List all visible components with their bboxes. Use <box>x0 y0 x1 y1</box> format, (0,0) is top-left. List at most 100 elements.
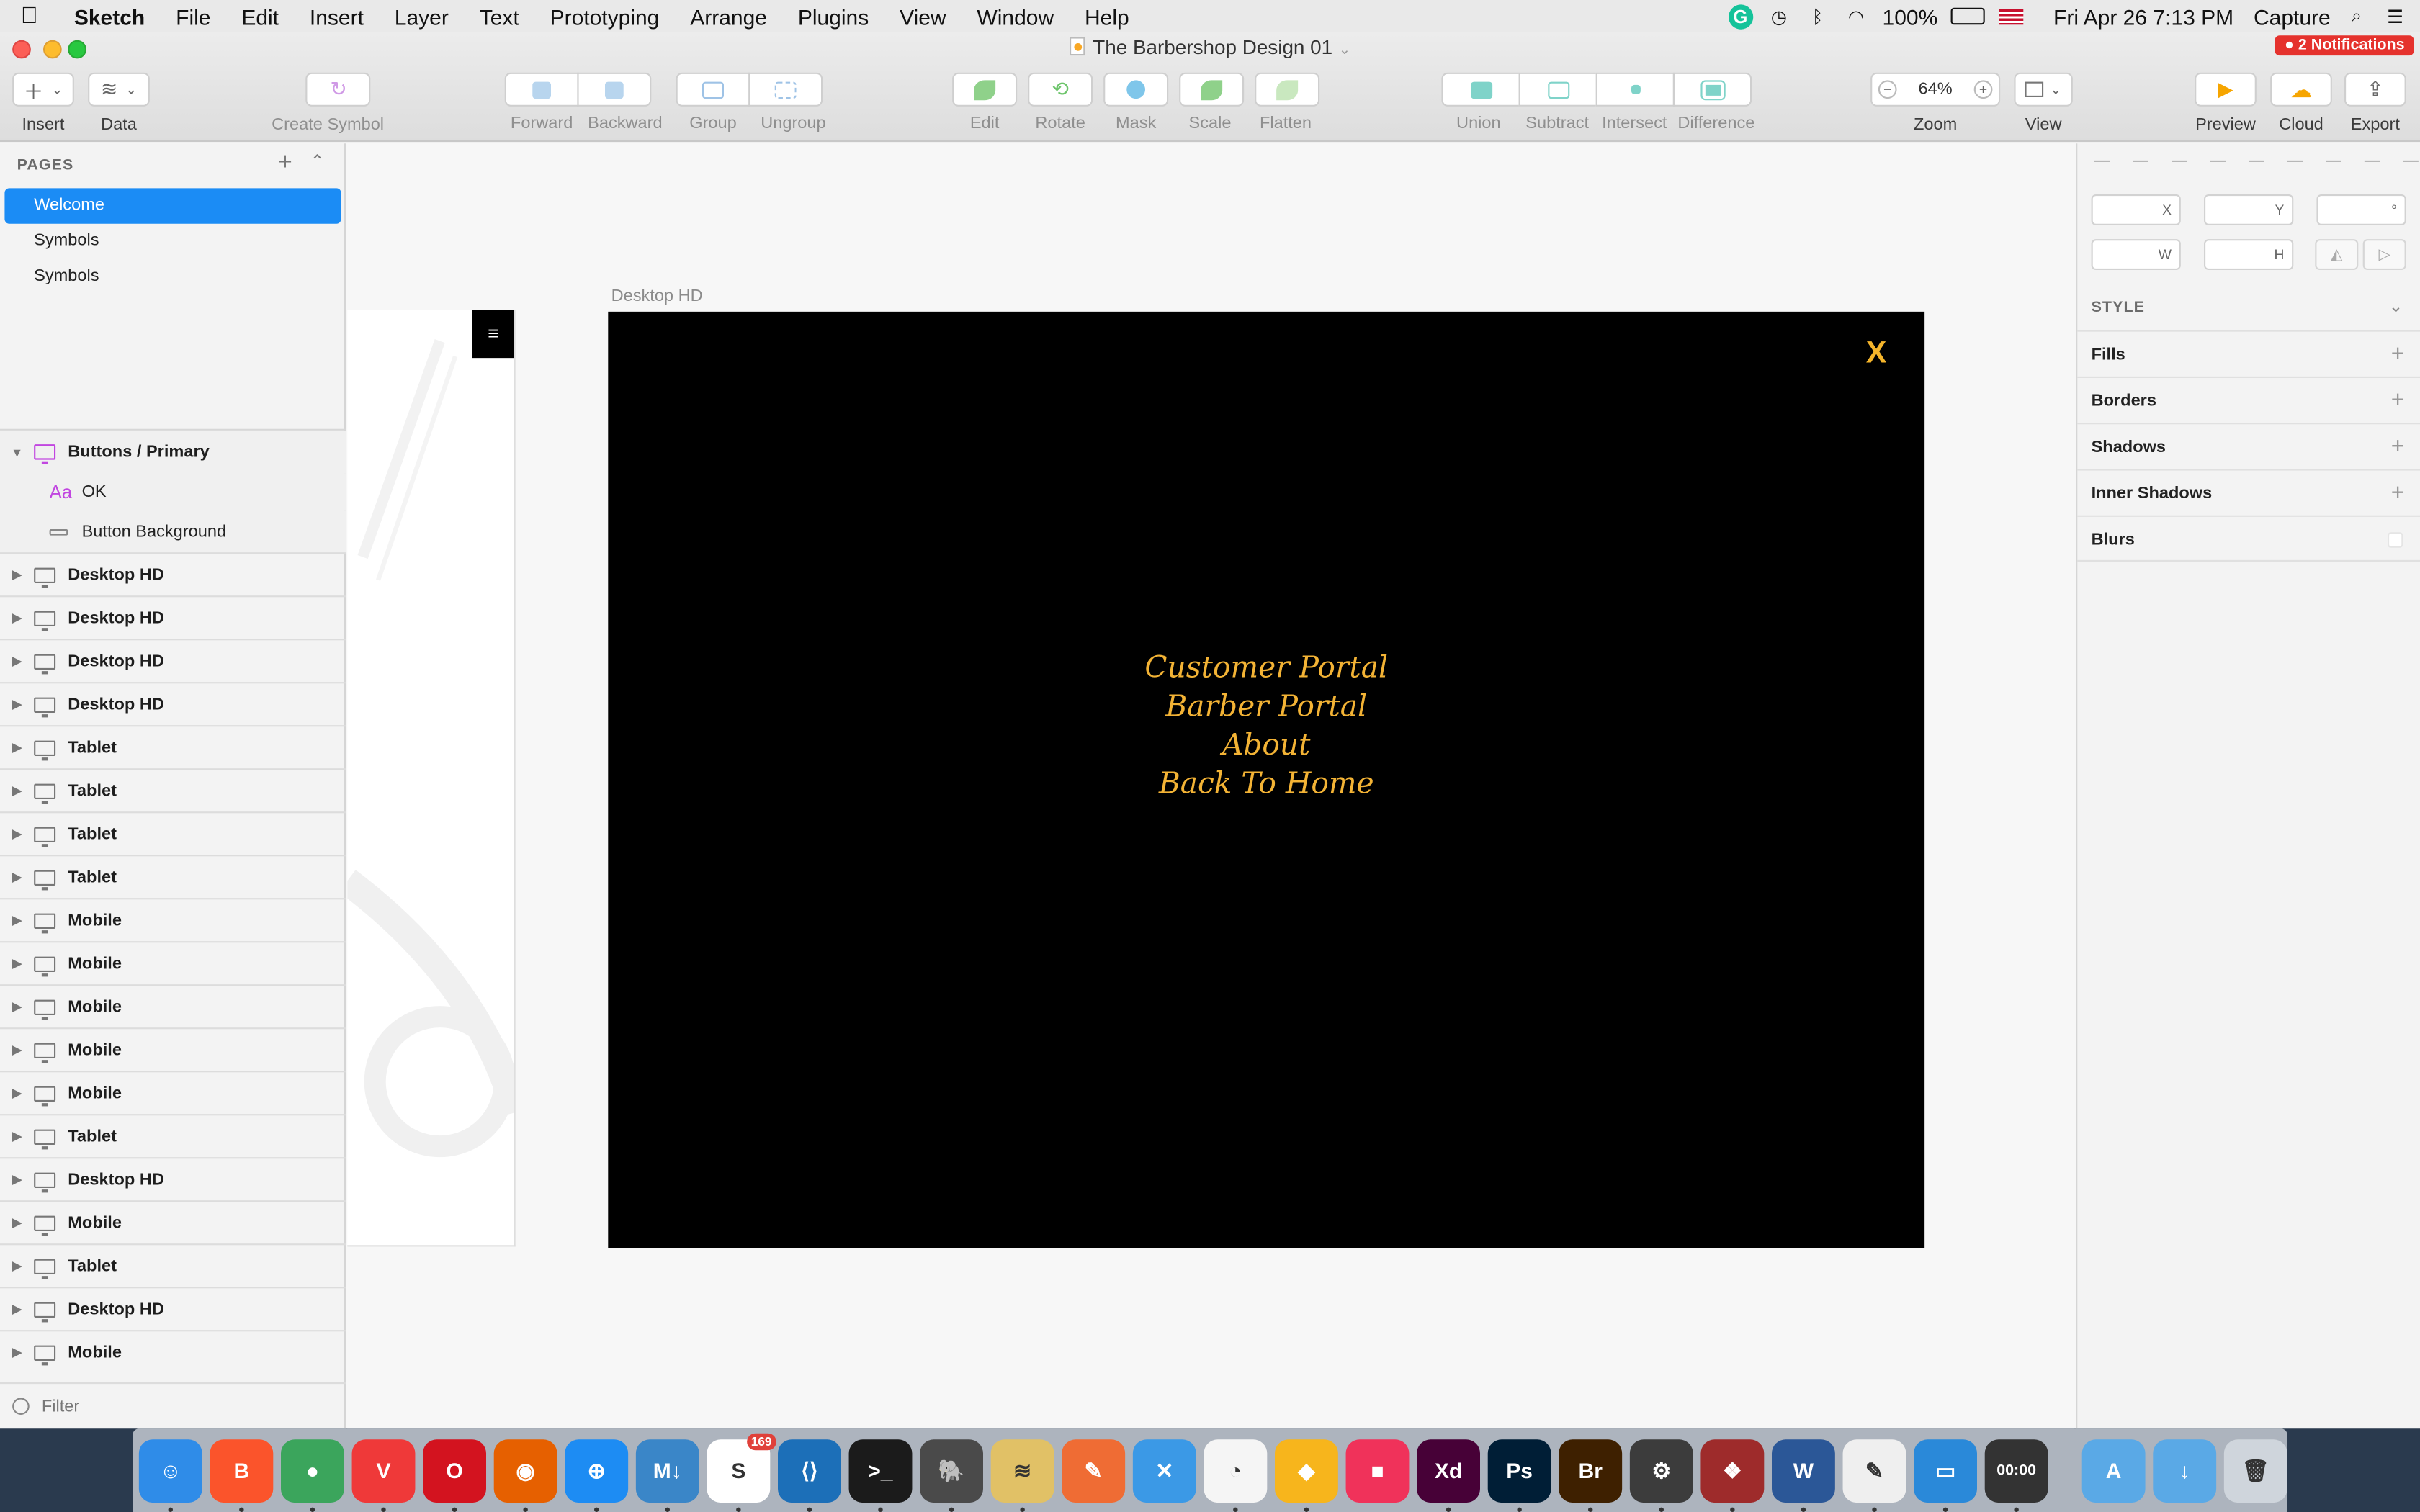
disclosure-closed-icon[interactable]: ▶ <box>0 870 34 884</box>
backward-button[interactable] <box>577 72 652 107</box>
dock-app-clock[interactable]: ◔ <box>1204 1439 1268 1511</box>
disclosure-closed-icon[interactable]: ▶ <box>0 1130 34 1143</box>
dock-app-trash[interactable]: 🗑 <box>2223 1439 2287 1503</box>
disclosure-closed-icon[interactable]: ▶ <box>0 611 34 625</box>
layer-text-ok[interactable]: Aa OK <box>0 473 346 511</box>
height-field[interactable]: H <box>2204 239 2294 270</box>
disclosure-closed-icon[interactable]: ▶ <box>0 1216 34 1230</box>
x-field[interactable]: X <box>2091 194 2181 225</box>
distribute-vertical-icon[interactable] <box>2128 150 2153 171</box>
disclosure-closed-icon[interactable]: ▶ <box>0 1173 34 1187</box>
dock-app-timer[interactable]: 00:00 <box>1984 1439 2048 1511</box>
dock-app-terminal[interactable]: >_ <box>848 1439 913 1511</box>
edit-button[interactable] <box>952 72 1018 107</box>
plus-icon[interactable]: + <box>2391 471 2405 517</box>
flag-icon[interactable] <box>1999 8 2025 24</box>
blurs-section[interactable]: Blurs <box>2077 515 2420 562</box>
chevron-down-icon[interactable]: ⌄ <box>2389 296 2403 317</box>
nav-about[interactable]: About <box>608 726 1924 765</box>
difference-button[interactable] <box>1672 72 1752 107</box>
page-item-symbols[interactable]: Symbols <box>4 224 341 259</box>
dock-app-photoshop[interactable]: Ps <box>1487 1439 1551 1511</box>
menu-prototyping[interactable]: Prototyping <box>534 4 675 28</box>
layer-artboard[interactable]: ▶ Mobile <box>0 1072 346 1116</box>
blur-checkbox[interactable] <box>2388 532 2403 548</box>
align-top-icon[interactable] <box>2321 150 2346 171</box>
dock-app-word[interactable]: W <box>1772 1439 1835 1511</box>
plus-icon[interactable]: + <box>2391 378 2405 424</box>
layer-filter[interactable]: Filter <box>0 1382 346 1428</box>
data-button[interactable]: ≋ ⌄ <box>88 72 150 107</box>
zoom-control[interactable]: − 64% + <box>1870 72 2001 107</box>
mask-button[interactable] <box>1103 72 1169 107</box>
disclosure-closed-icon[interactable]: ▶ <box>0 1259 34 1273</box>
menu-insert[interactable]: Insert <box>294 4 379 28</box>
flip-vertical-button[interactable]: ▷ <box>2362 239 2406 270</box>
layer-button-background[interactable]: Button Background <box>0 510 346 554</box>
nav-back-to-home[interactable]: Back To Home <box>608 765 1924 804</box>
menu-text[interactable]: Text <box>464 4 534 28</box>
dock-app-finder[interactable]: ☺ <box>138 1439 202 1511</box>
layer-artboard[interactable]: ▶ Tablet <box>0 1245 346 1289</box>
capture-menu[interactable]: Capture <box>2254 4 2331 28</box>
battery-icon[interactable] <box>1951 7 1986 25</box>
dock-app-sequel[interactable]: ≋ <box>990 1439 1054 1511</box>
insert-button[interactable]: ＋ ⌄ <box>12 72 74 107</box>
fills-section[interactable]: Fills + <box>2077 330 2420 377</box>
layer-artboard[interactable]: ▶ Desktop HD <box>0 1288 346 1332</box>
layer-symbol-group[interactable]: ▼ Buttons / Primary <box>0 430 346 474</box>
plus-icon[interactable]: + <box>2391 424 2405 470</box>
page-item-symbols-2[interactable]: Symbols <box>4 259 341 294</box>
dock-app-adobe-xd[interactable]: Xd <box>1417 1439 1480 1511</box>
insert-tool[interactable]: ＋ ⌄ Insert <box>12 72 74 134</box>
dock-app-bridge[interactable]: Br <box>1559 1439 1623 1511</box>
disclosure-closed-icon[interactable]: ▶ <box>0 827 34 841</box>
align-middle-icon[interactable] <box>2360 150 2384 171</box>
more-icon[interactable] <box>2167 150 2192 171</box>
menu-help[interactable]: Help <box>1070 4 1145 28</box>
menu-app-name[interactable]: Sketch <box>58 4 160 28</box>
forward-button[interactable] <box>504 72 579 107</box>
export-button[interactable]: ⇪ <box>2344 72 2406 107</box>
dock-app-opera[interactable]: O <box>423 1439 486 1511</box>
dock-app-sketch[interactable]: ◆ <box>1275 1439 1338 1511</box>
view-tool[interactable]: ⌄ View <box>2014 72 2073 134</box>
bluetooth-icon[interactable]: ᛒ <box>1805 4 1829 28</box>
cloud-tool[interactable]: ☁ Cloud <box>2270 72 2332 134</box>
dock-app-chrome[interactable]: ● <box>281 1439 344 1511</box>
union-button[interactable] <box>1441 72 1520 107</box>
flip-horizontal-button[interactable]: ◭ <box>2315 239 2359 270</box>
layer-artboard[interactable]: ▶ Tablet <box>0 813 346 857</box>
artboard-title[interactable]: Desktop HD <box>611 287 703 306</box>
collapse-pages-button[interactable]: ⌃ <box>310 151 325 171</box>
data-tool[interactable]: ≋ ⌄ Data <box>88 72 150 134</box>
disclosure-closed-icon[interactable]: ▶ <box>0 741 34 755</box>
close-menu-label[interactable]: X <box>1866 336 1887 372</box>
layer-artboard[interactable]: ▶ Mobile <box>0 1029 346 1073</box>
disclosure-closed-icon[interactable]: ▶ <box>0 698 34 711</box>
view-button[interactable]: ⌄ <box>2014 72 2073 107</box>
disclosure-closed-icon[interactable]: ▶ <box>0 568 34 582</box>
zoom-value[interactable]: 64% <box>1919 80 1953 99</box>
dock-app-firefox[interactable]: ◉ <box>493 1439 557 1511</box>
group-button[interactable] <box>676 72 750 107</box>
create-symbol-button[interactable]: ↻ <box>306 72 372 107</box>
menu-window[interactable]: Window <box>962 4 1070 28</box>
borders-section[interactable]: Borders + <box>2077 376 2420 424</box>
rotate-button[interactable]: ⟲ <box>1028 72 1093 107</box>
scale-button[interactable] <box>1179 72 1245 107</box>
layer-artboard[interactable]: ▶ Desktop HD <box>0 597 346 641</box>
clock-text[interactable]: Fri Apr 26 7:13 PM <box>2053 4 2233 28</box>
disclosure-closed-icon[interactable]: ▶ <box>0 784 34 798</box>
menu-view[interactable]: View <box>884 4 962 28</box>
layer-artboard[interactable]: ▶ Tablet <box>0 726 346 770</box>
dock-app-safari[interactable]: ⊕ <box>565 1439 629 1511</box>
menu-arrange[interactable]: Arrange <box>675 4 783 28</box>
dock-app-keynote[interactable]: ▭ <box>1914 1439 1977 1511</box>
notifications-badge[interactable]: ● 2 Notifications <box>2275 35 2414 56</box>
dock-app-vivaldi[interactable]: V <box>351 1439 416 1511</box>
wifi-icon[interactable]: ◠ <box>1844 4 1868 28</box>
document-title[interactable]: The Barbershop Design 01 ⌄ <box>0 35 2420 58</box>
disclosure-closed-icon[interactable]: ▶ <box>0 957 34 971</box>
dock-app-markdown[interactable]: M↓ <box>635 1439 699 1511</box>
